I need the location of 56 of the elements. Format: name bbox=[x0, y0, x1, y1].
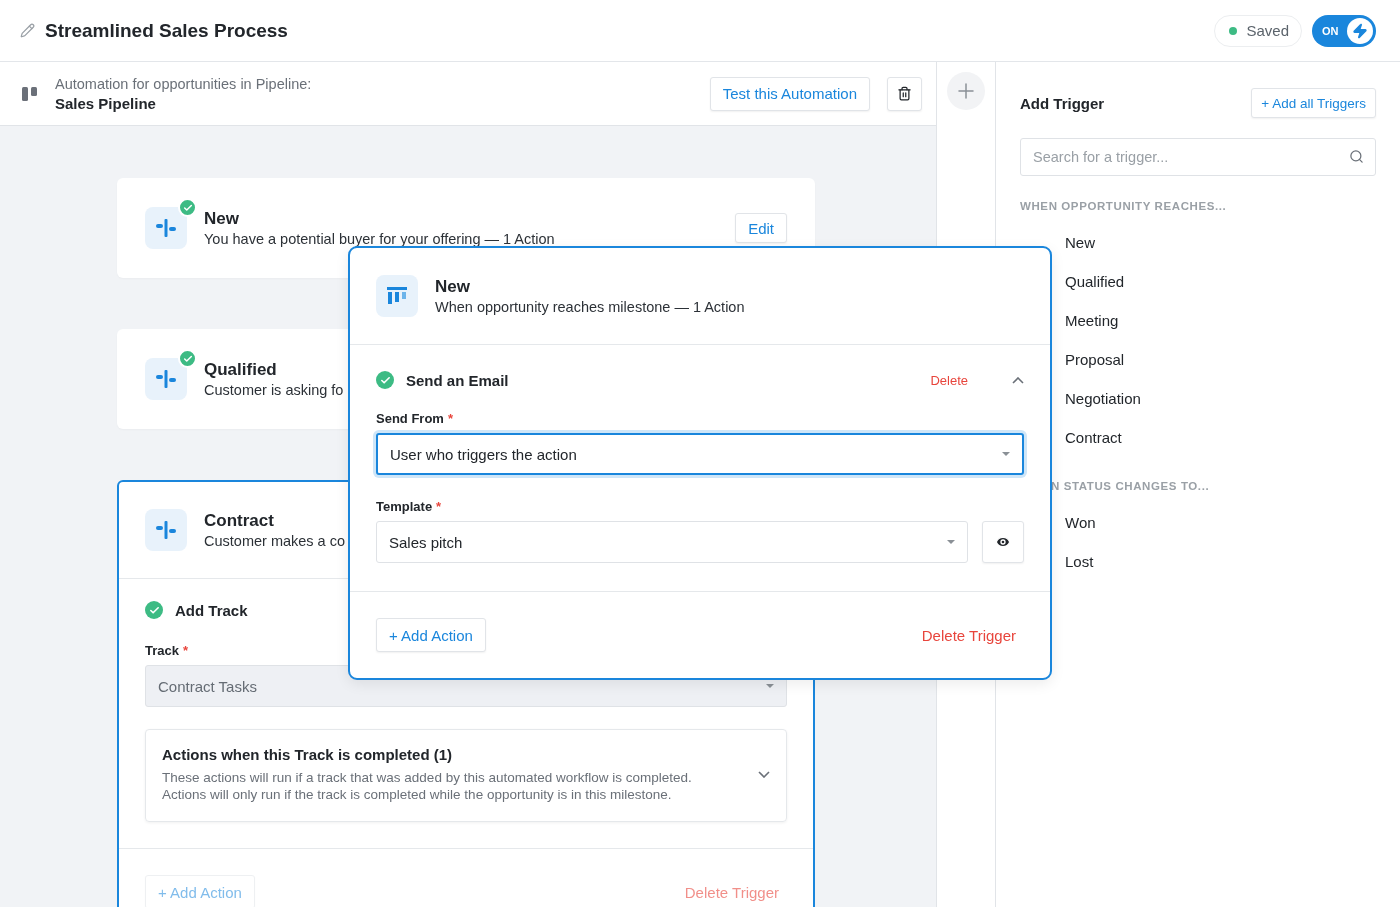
add-all-triggers-button[interactable]: + Add all Triggers bbox=[1251, 88, 1376, 118]
group-heading: WHEN OPPORTUNITY REACHES... bbox=[1020, 200, 1227, 212]
delete-trigger-link[interactable]: Delete Trigger bbox=[921, 626, 1016, 644]
trigger-option[interactable]: Meeting bbox=[1065, 312, 1376, 329]
add-action-button[interactable]: + Add Action bbox=[376, 618, 486, 652]
track-actions-accordion[interactable] bbox=[145, 729, 787, 822]
trigger-option[interactable]: Lost bbox=[1065, 553, 1376, 570]
pipeline-caption: Automation for opportunities in Pipeline: bbox=[55, 75, 313, 92]
automation-title: Streamlined Sales Process bbox=[45, 19, 289, 42]
trigger-description: When opportunity reaches milestone — 1 Action bbox=[435, 299, 745, 315]
signpost-icon bbox=[155, 521, 177, 539]
trigger-option[interactable]: Qualified bbox=[1065, 273, 1376, 290]
check-badge bbox=[178, 198, 197, 217]
columns-icon bbox=[387, 287, 407, 305]
on-toggle[interactable]: ON bbox=[1312, 14, 1376, 47]
trigger-editor-dialog[interactable]: New When opportunity reaches milestone — 1 Action Send an Email Delete Send From * User who triggers the action Template * Sales pitch + Add Action Delete Trigger bbox=[348, 246, 1052, 680]
action-title: Add Track bbox=[175, 601, 249, 619]
delete-link[interactable]: Delete bbox=[930, 372, 968, 388]
trigger-option[interactable]: New bbox=[1065, 234, 1376, 251]
group-heading: N STATUS CHANGES TO... bbox=[1051, 480, 1210, 492]
delete-button[interactable] bbox=[887, 76, 922, 111]
field-label: Send From * bbox=[376, 411, 454, 426]
test-automation-button[interactable]: Test this Automation bbox=[709, 76, 870, 111]
trigger-title: Qualified bbox=[204, 360, 278, 380]
trigger-title: New bbox=[435, 277, 471, 297]
trigger-option[interactable]: Proposal bbox=[1065, 351, 1376, 368]
trigger-description: Customer is asking fo bbox=[204, 382, 344, 398]
trigger-title: Contract bbox=[204, 511, 275, 531]
check-badge bbox=[178, 349, 197, 368]
search-icon bbox=[1349, 149, 1364, 164]
lightning-icon bbox=[1352, 22, 1368, 39]
trigger-option[interactable]: Won bbox=[1065, 514, 1376, 531]
search-field[interactable]: Search for a trigger... bbox=[1020, 138, 1376, 176]
panel-title: Add Trigger bbox=[1020, 94, 1105, 112]
trigger-option[interactable]: Negotiation bbox=[1065, 390, 1376, 407]
trigger-description: Customer makes a co bbox=[204, 533, 346, 549]
trash-icon bbox=[897, 86, 912, 101]
dropdown-select[interactable]: User who triggers the action bbox=[376, 433, 1024, 475]
preview-button[interactable] bbox=[982, 521, 1024, 563]
accordion-title: Actions when this Track is completed (1) bbox=[162, 746, 454, 763]
dropdown-select[interactable]: Sales pitch bbox=[376, 521, 968, 563]
field-label: Template * bbox=[376, 499, 443, 514]
signpost-icon bbox=[155, 370, 177, 388]
pencil-icon[interactable] bbox=[20, 23, 35, 38]
edit-button[interactable]: Edit bbox=[735, 213, 787, 243]
chevron-down-icon bbox=[758, 771, 770, 778]
field-label: Track * bbox=[145, 643, 190, 658]
trigger-option[interactable]: Contract bbox=[1065, 429, 1376, 446]
action-title: Send an Email bbox=[406, 371, 510, 389]
chevron-up-icon[interactable] bbox=[1012, 376, 1024, 384]
board-icon bbox=[22, 85, 38, 102]
trigger-description: You have a potential buyer for your offering — 1 Action bbox=[204, 231, 555, 247]
signpost-icon bbox=[155, 219, 177, 237]
pipeline-name: Sales Pipeline bbox=[55, 94, 157, 112]
trigger-title: New bbox=[204, 209, 240, 229]
accordion-description: These actions will run if a track that was added by this automated workflow is completed. Actions will only run if the track is completed while the opportunity is in this milestone. bbox=[162, 769, 693, 803]
